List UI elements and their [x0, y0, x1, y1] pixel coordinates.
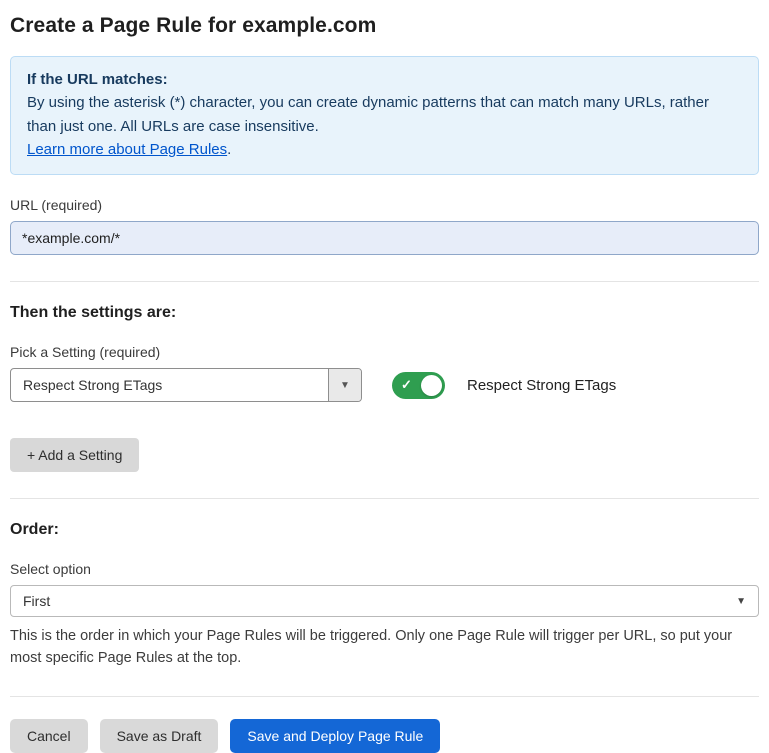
- setting-dropdown-value: Respect Strong ETags: [11, 369, 328, 401]
- link-suffix: .: [227, 141, 231, 158]
- info-box-heading: If the URL matches:: [27, 68, 742, 91]
- action-buttons: Cancel Save as Draft Save and Deploy Pag…: [10, 719, 759, 753]
- page-rule-form: Create a Page Rule for example.com If th…: [0, 0, 769, 753]
- learn-more-link[interactable]: Learn more about Page Rules: [27, 141, 227, 158]
- chevron-down-icon: ▼: [736, 596, 746, 607]
- toggle-label: Respect Strong ETags: [467, 377, 616, 394]
- toggle-knob: [421, 375, 442, 396]
- divider: [10, 696, 759, 697]
- url-input[interactable]: [10, 221, 759, 255]
- etags-toggle[interactable]: ✓: [392, 372, 445, 399]
- cancel-button[interactable]: Cancel: [10, 719, 88, 753]
- save-draft-button[interactable]: Save as Draft: [100, 719, 219, 753]
- order-section-heading: Order:: [10, 521, 759, 539]
- settings-section-heading: Then the settings are:: [10, 304, 759, 322]
- chevron-down-icon: ▼: [340, 380, 350, 391]
- page-title: Create a Page Rule for example.com: [10, 14, 759, 38]
- url-label: URL (required): [10, 197, 759, 213]
- add-setting-button[interactable]: + Add a Setting: [10, 438, 139, 472]
- save-deploy-button[interactable]: Save and Deploy Page Rule: [230, 719, 440, 753]
- check-icon: ✓: [401, 377, 412, 393]
- order-select-label: Select option: [10, 561, 759, 577]
- setting-row: Respect Strong ETags ▼ ✓ Respect Strong …: [10, 368, 759, 402]
- info-box-body: By using the asterisk (*) character, you…: [27, 91, 742, 138]
- order-select-value: First: [23, 593, 50, 609]
- url-match-info-box: If the URL matches: By using the asteris…: [10, 56, 759, 175]
- order-help-text: This is the order in which your Page Rul…: [10, 626, 759, 670]
- order-select[interactable]: First ▼: [10, 585, 759, 617]
- pick-setting-label: Pick a Setting (required): [10, 344, 759, 360]
- divider: [10, 281, 759, 282]
- divider: [10, 498, 759, 499]
- info-box-link-line: Learn more about Page Rules.: [27, 138, 742, 161]
- dropdown-caret-button[interactable]: ▼: [328, 369, 361, 401]
- setting-dropdown[interactable]: Respect Strong ETags ▼: [10, 368, 362, 402]
